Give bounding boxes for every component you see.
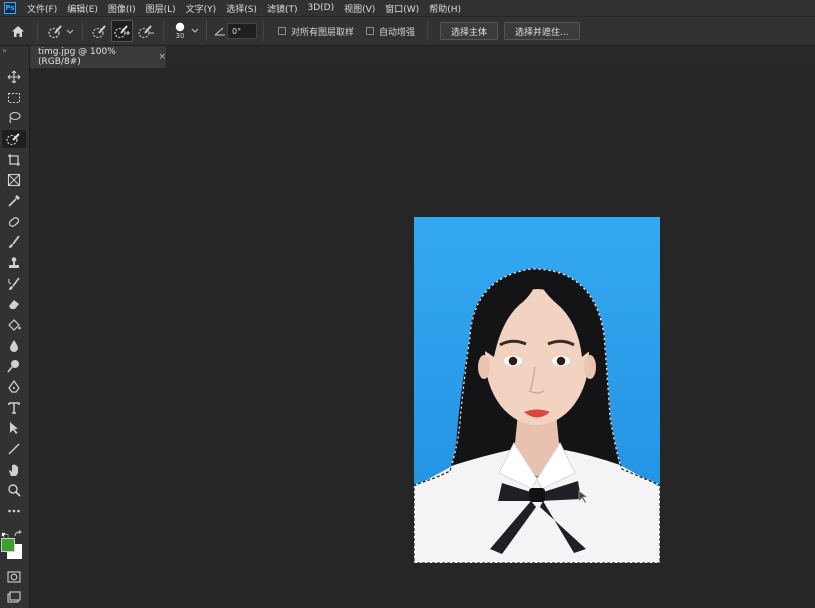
home-icon[interactable]: [5, 20, 31, 42]
select-subject-button[interactable]: 选择主体: [440, 22, 499, 40]
sample-all-layers-checkbox[interactable]: [278, 27, 286, 35]
crop-icon[interactable]: [2, 151, 26, 169]
tools-panel: »: [0, 46, 30, 608]
collapse-panel-icon[interactable]: »: [2, 46, 7, 55]
portrait-photo: [414, 217, 660, 563]
brush-tip-icon: [175, 22, 185, 32]
select-and-mask-button[interactable]: 选择并遮住...: [504, 22, 580, 40]
auto-enhance-checkbox[interactable]: [366, 27, 375, 35]
separator: [263, 21, 264, 41]
document-image[interactable]: [414, 217, 660, 563]
separator: [163, 21, 164, 41]
separator: [37, 21, 38, 41]
menu-file[interactable]: 文件(F): [22, 2, 62, 15]
menu-3d[interactable]: 3D(D): [302, 3, 339, 13]
healing-brush-icon[interactable]: [2, 213, 26, 231]
eyedropper-icon[interactable]: [2, 192, 26, 210]
canvas-area[interactable]: [30, 68, 815, 608]
menu-view[interactable]: 视图(V): [339, 2, 380, 15]
history-brush-icon[interactable]: [2, 275, 26, 293]
brush-icon[interactable]: [2, 233, 26, 251]
quick-mask-icon[interactable]: [2, 568, 26, 586]
new-selection-icon[interactable]: [89, 20, 111, 42]
separator: [82, 21, 83, 41]
tool-preset-picker[interactable]: [44, 20, 76, 42]
menu-type[interactable]: 文字(Y): [181, 2, 222, 15]
paint-bucket-icon[interactable]: [2, 316, 26, 334]
menu-filter[interactable]: 滤镜(T): [262, 2, 303, 15]
options-bar: 30 0° 对所有图层取样 自动增强 选择主体 选择并遮住...: [0, 16, 815, 46]
auto-enhance-label: 自动增强: [379, 27, 416, 38]
eraser-icon[interactable]: [2, 295, 26, 313]
document-tab-bar: timg.jpg @ 100%(RGB/8#) ×: [30, 46, 815, 68]
move-icon[interactable]: [2, 68, 26, 86]
blur-icon[interactable]: [2, 337, 26, 355]
sample-all-layers-label: 对所有图层取样: [291, 27, 355, 38]
document-tab[interactable]: timg.jpg @ 100%(RGB/8#) ×: [30, 46, 166, 68]
lasso-icon[interactable]: [2, 109, 26, 127]
photoshop-logo[interactable]: Ps: [4, 2, 16, 14]
quick-selection-icon[interactable]: [2, 130, 26, 148]
dodge-icon[interactable]: [2, 357, 26, 375]
brush-size-value: 30: [175, 32, 185, 40]
menu-select[interactable]: 选择(S): [221, 2, 262, 15]
angle-icon: [213, 20, 227, 42]
marquee-icon[interactable]: [2, 89, 26, 107]
brush-size-picker[interactable]: 30: [170, 20, 190, 42]
menu-bar: Ps 文件(F) 编辑(E) 图像(I) 图层(L) 文字(Y) 选择(S) 滤…: [0, 0, 815, 16]
close-icon[interactable]: ×: [158, 52, 166, 62]
line-icon[interactable]: [2, 440, 26, 458]
screen-mode-icon[interactable]: [2, 588, 26, 606]
menu-edit[interactable]: 编辑(E): [62, 2, 103, 15]
clone-stamp-icon[interactable]: [2, 254, 26, 272]
more-tools-icon[interactable]: [2, 502, 26, 520]
separator: [206, 21, 207, 41]
menu-window[interactable]: 窗口(W): [380, 2, 424, 15]
document-tab-title: timg.jpg @ 100%(RGB/8#): [38, 47, 116, 67]
add-to-selection-icon[interactable]: [111, 20, 133, 42]
hand-icon[interactable]: [2, 461, 26, 479]
menu-image[interactable]: 图像(I): [103, 2, 141, 15]
zoom-icon[interactable]: [2, 481, 26, 499]
separator: [427, 21, 429, 41]
subtract-from-selection-icon[interactable]: [135, 20, 157, 42]
swap-colors-icon[interactable]: [13, 523, 23, 537]
menu-help[interactable]: 帮助(H): [424, 2, 466, 15]
chevron-down-icon[interactable]: [190, 20, 200, 42]
foreground-color-swatch[interactable]: [1, 538, 15, 552]
menu-layer[interactable]: 图层(L): [141, 2, 181, 15]
default-colors-icon[interactable]: [1, 524, 9, 539]
frame-icon[interactable]: [2, 171, 26, 189]
path-selection-icon[interactable]: [2, 419, 26, 437]
angle-input[interactable]: 0°: [227, 23, 257, 39]
pen-icon[interactable]: [2, 378, 26, 396]
type-icon[interactable]: [2, 399, 26, 417]
